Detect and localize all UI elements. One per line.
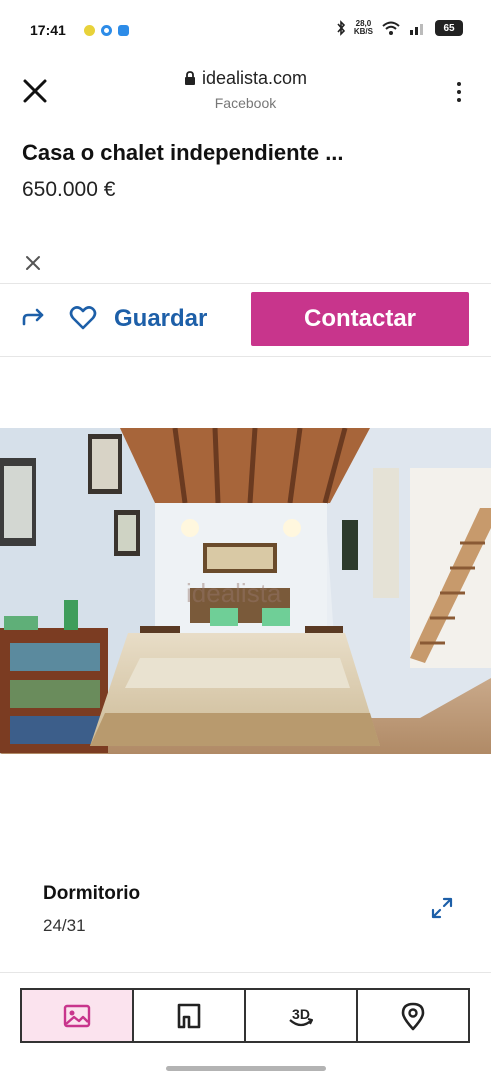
photo-watermark: idealista — [186, 578, 282, 608]
media-tabs: 3D — [20, 988, 470, 1043]
status-indicators: 28,0 KB/S 65 — [336, 20, 463, 36]
tab-photos[interactable] — [22, 990, 134, 1041]
data-rate: 28,0 KB/S — [354, 20, 373, 36]
tab-3d-tour[interactable]: 3D — [246, 990, 358, 1041]
status-bar: 17:41 28,0 KB/S 65 — [0, 0, 491, 62]
svg-text:3D: 3D — [292, 1006, 310, 1022]
home-indicator[interactable] — [166, 1066, 326, 1071]
data-rate-unit: KB/S — [353, 27, 373, 36]
url-source: Facebook — [214, 95, 277, 111]
save-button[interactable]: Guardar — [114, 305, 207, 333]
lock-icon — [184, 71, 195, 85]
notification-dot-yellow-icon — [84, 25, 95, 36]
divider — [0, 356, 491, 357]
divider — [0, 972, 491, 973]
share-icon[interactable] — [20, 304, 48, 332]
url-domain: idealista.com — [201, 68, 308, 88]
tab-map[interactable] — [358, 990, 468, 1041]
property-photo[interactable]: idealista — [0, 428, 491, 754]
floorplan-icon — [177, 1003, 201, 1028]
photo-counter: 24/31 — [43, 916, 86, 935]
url-display[interactable]: idealista.com Facebook — [120, 68, 371, 111]
more-vert-icon[interactable] — [451, 80, 467, 104]
image-icon — [63, 1004, 91, 1027]
location-pin-icon — [401, 1002, 425, 1030]
dismiss-icon[interactable] — [24, 254, 42, 272]
close-icon[interactable] — [20, 76, 50, 106]
notification-dot-blue-icon — [101, 25, 112, 36]
divider — [0, 283, 491, 284]
photo-caption: Dormitorio — [43, 883, 141, 904]
heart-icon[interactable] — [68, 303, 98, 333]
3d-tour-icon: 3D — [289, 1006, 313, 1026]
bluetooth-icon — [337, 20, 345, 36]
listing-price: 650.000 € — [22, 178, 116, 201]
tab-floorplan[interactable] — [134, 990, 246, 1041]
signal-icon — [410, 24, 423, 35]
browser-toolbar: idealista.com Facebook — [0, 62, 491, 124]
listing-title: Casa o chalet independiente ... — [22, 140, 344, 165]
notification-app-icon — [118, 25, 129, 36]
expand-icon[interactable] — [430, 896, 454, 920]
status-time: 17:41 — [30, 22, 66, 38]
battery-icon: 65 — [435, 20, 463, 36]
contact-button[interactable]: Contactar — [251, 292, 469, 346]
wifi-icon — [382, 21, 400, 35]
